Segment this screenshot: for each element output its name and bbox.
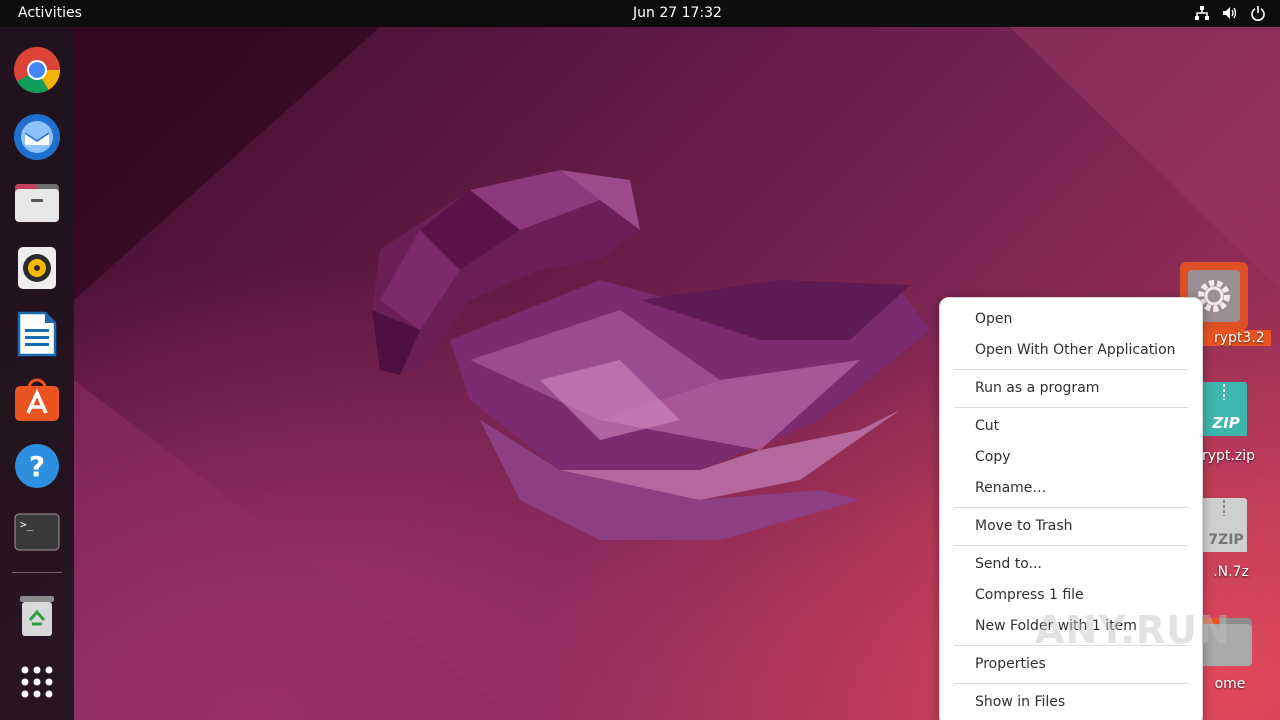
top-bar: Activities Jun 27 17:32 [0,0,1280,27]
svg-text:ZIP: ZIP [1211,414,1239,432]
menu-separator [954,683,1188,684]
app-center-icon [15,378,59,421]
menu-item-move-to-trash[interactable]: Move to Trash [940,511,1202,542]
app-grid-icon [21,666,53,698]
terminal-icon: >_ [14,513,60,551]
dock: ? >_ [0,27,74,720]
dock-trash[interactable] [12,591,62,641]
svg-text:>_: >_ [20,518,34,531]
svg-text:?: ? [29,450,45,483]
7z-archive-icon: 7ZIP [1201,498,1247,552]
system-tray[interactable] [1194,5,1266,21]
menu-separator [954,369,1188,370]
dock-chrome[interactable] [12,45,62,95]
thunderbird-icon [14,114,60,160]
trash-icon [20,596,54,636]
dock-rhythmbox[interactable] [12,243,62,293]
menu-item-cut[interactable]: Cut [940,411,1202,442]
menu-item-send-to[interactable]: Send to... [940,549,1202,580]
dock-app-center[interactable] [12,375,62,425]
writer-icon [17,311,57,357]
menu-separator [954,507,1188,508]
menu-separator [954,545,1188,546]
files-icon [15,184,59,222]
help-icon: ? [15,444,59,488]
rhythmbox-icon [18,247,56,289]
menu-item-copy[interactable]: Copy [940,442,1202,473]
menu-item-run-as-program[interactable]: Run as a program [940,373,1202,404]
volume-icon[interactable] [1222,5,1238,21]
dock-separator [12,572,62,573]
menu-item-compress[interactable]: Compress 1 file [940,580,1202,611]
menu-item-rename[interactable]: Rename… [940,473,1202,504]
menu-item-open[interactable]: Open [940,304,1202,335]
anyrun-watermark: ANY.RUN [1035,608,1231,652]
context-menu: Open Open With Other Application Run as … [939,297,1203,720]
clock[interactable]: Jun 27 17:32 [0,5,1280,21]
menu-item-properties[interactable]: Properties [940,649,1202,680]
chrome-icon [14,47,60,93]
dock-writer[interactable] [12,309,62,359]
menu-item-open-with[interactable]: Open With Other Application [940,335,1202,366]
dock-help[interactable]: ? [12,441,62,491]
zip-archive-icon: ZIP [1201,382,1247,436]
menu-item-show-in-files[interactable]: Show in Files [940,687,1202,718]
network-icon[interactable] [1194,5,1210,21]
dock-thunderbird[interactable] [12,111,62,161]
menu-separator [954,407,1188,408]
dock-files[interactable] [12,177,62,227]
dock-terminal[interactable]: >_ [12,507,62,557]
power-icon[interactable] [1250,5,1266,21]
svg-text:7ZIP: 7ZIP [1208,532,1243,548]
dock-app-grid[interactable] [12,657,62,707]
